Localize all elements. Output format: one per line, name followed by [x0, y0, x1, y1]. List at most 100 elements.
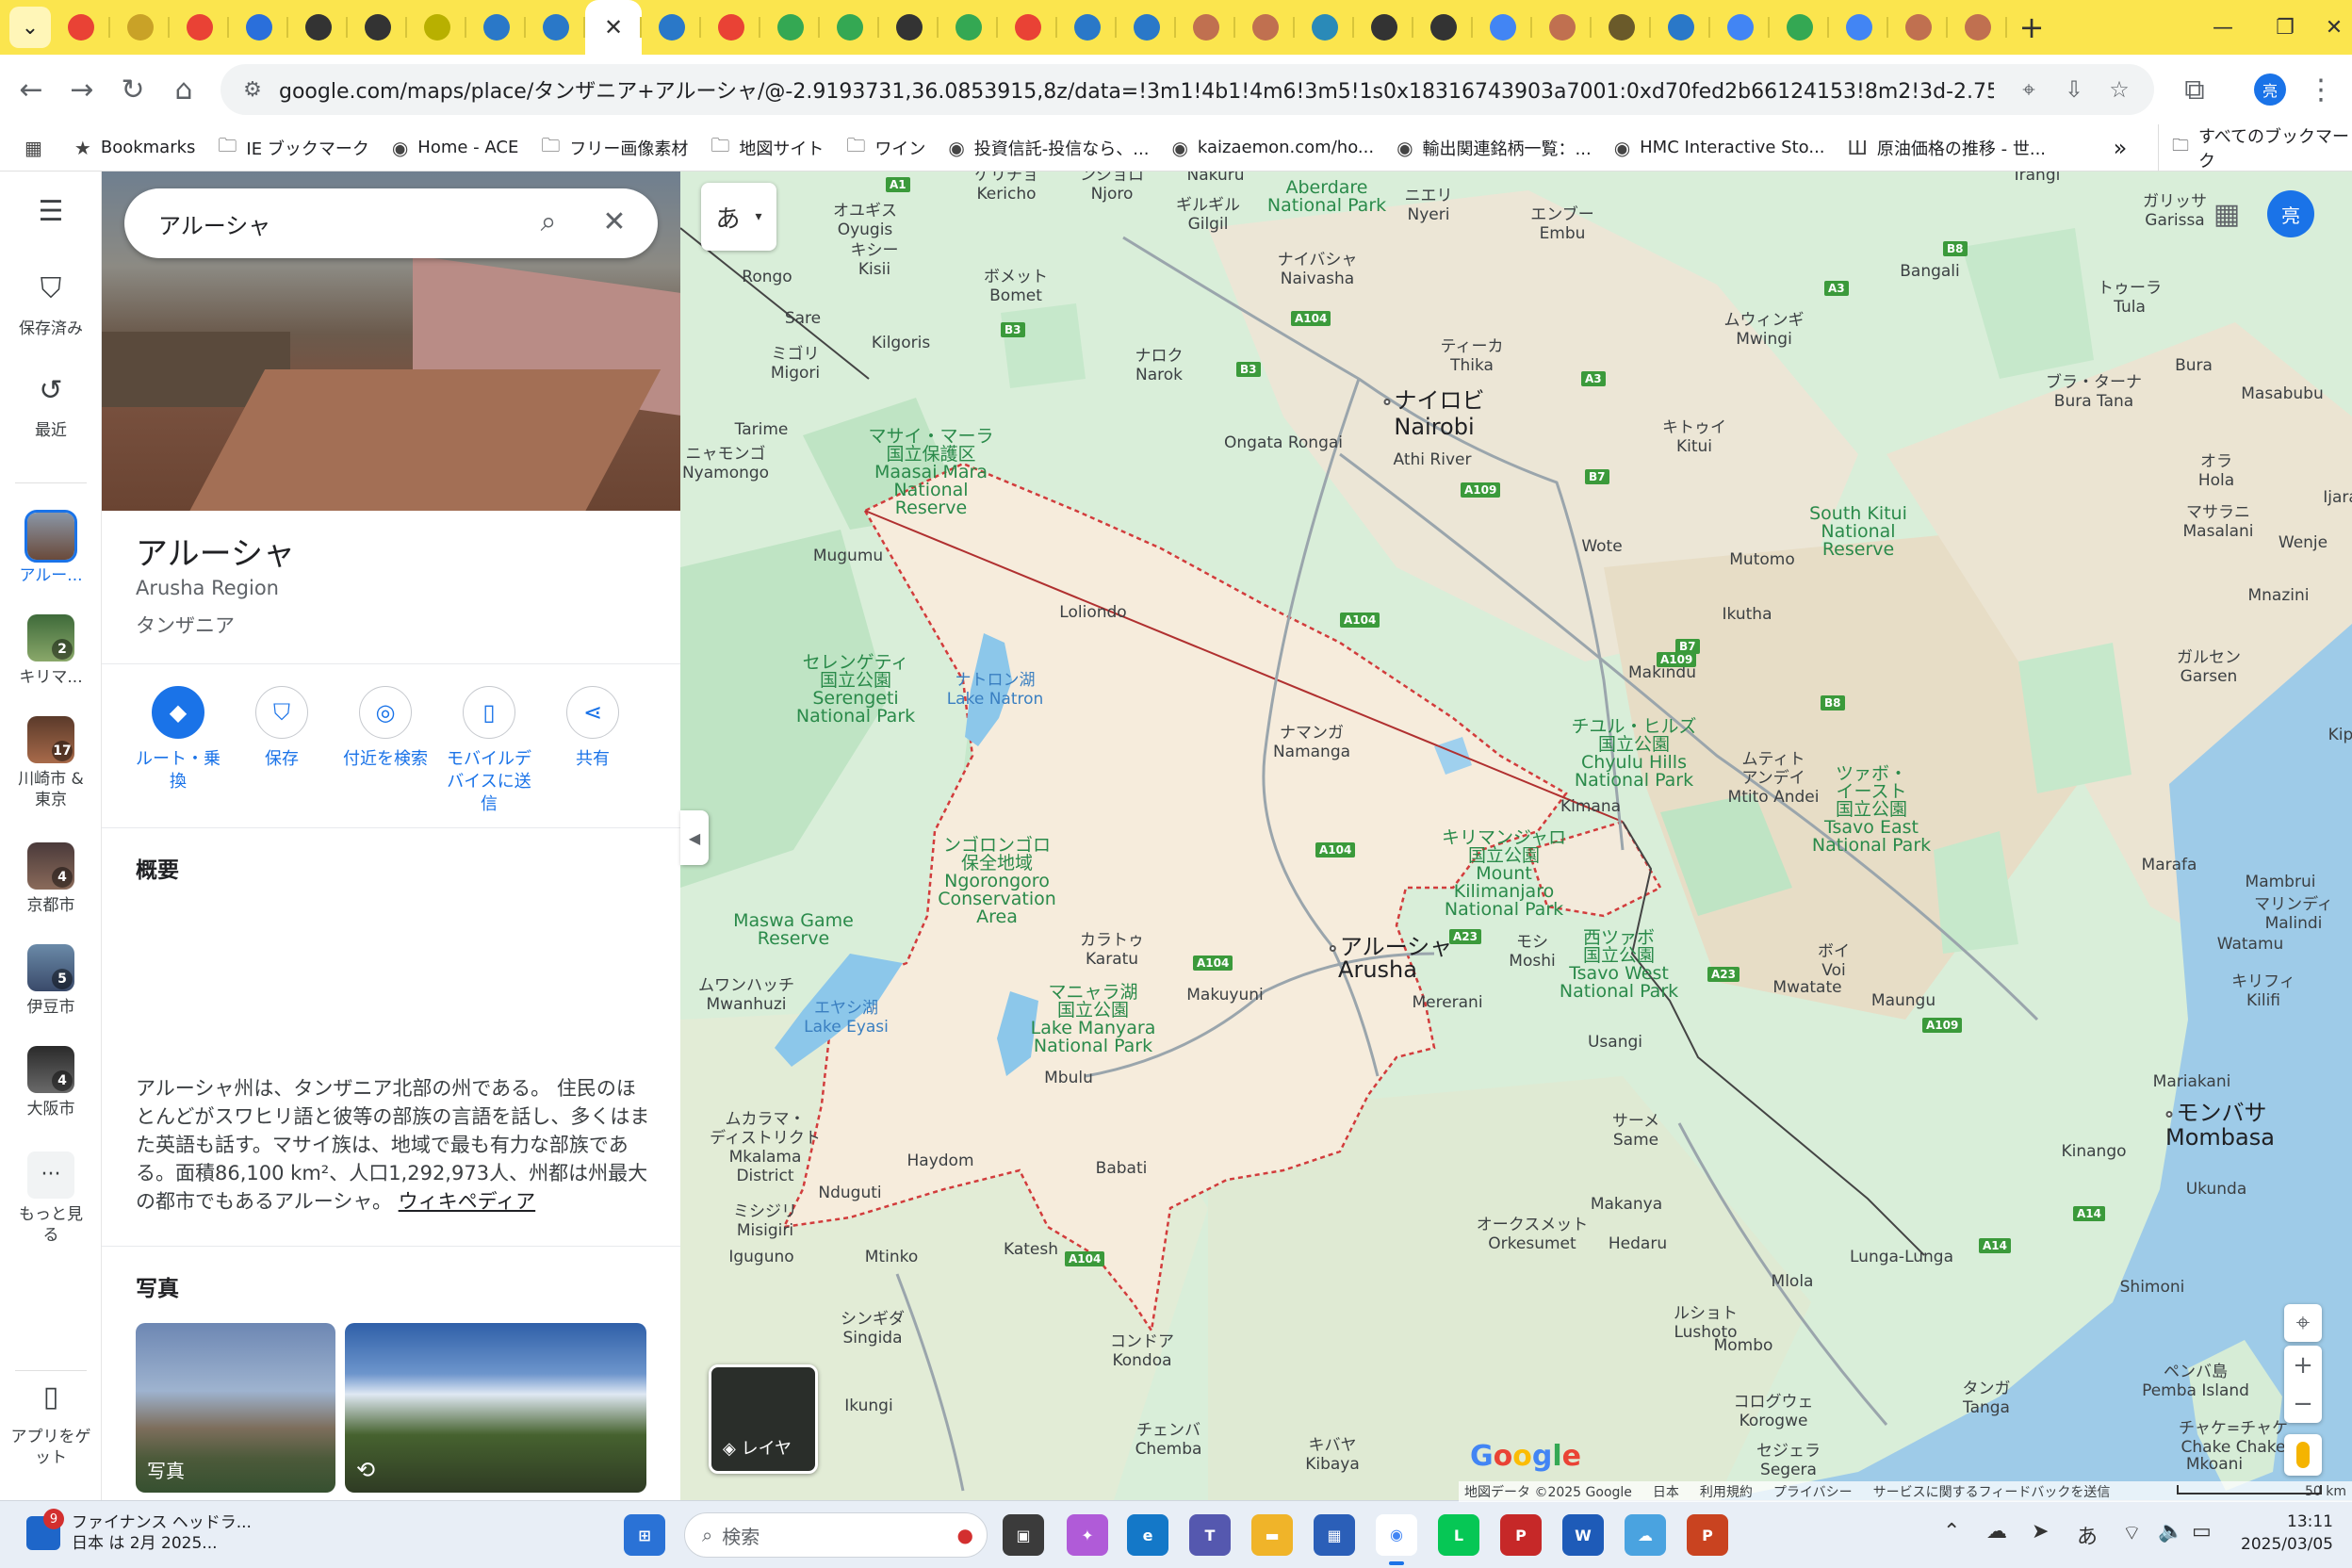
tab[interactable]	[1651, 0, 1710, 55]
tab[interactable]	[51, 0, 110, 55]
map-canvas[interactable]: ナイロビ Nairobi アルーシャ Arusha モンバサ Mombasa マサイ・マーラ…	[680, 172, 2352, 1500]
get-app-button[interactable]: ▯ アプリをゲット	[0, 1383, 102, 1468]
zoom-out-button[interactable]: −	[2284, 1384, 2322, 1423]
map-label-lake-manyara[interactable]: マニャラ湖 国立公園 Lake Manyara National Park	[1031, 984, 1156, 1055]
tab[interactable]	[110, 0, 170, 55]
recent-place-item[interactable]: 4 京都市	[0, 842, 102, 916]
minimize-button[interactable]: —	[2192, 0, 2254, 55]
map-label-bura-tana[interactable]: ブラ・ターナ Bura Tana	[2046, 373, 2142, 411]
map-label-usangi[interactable]: Usangi	[1588, 1033, 1642, 1052]
bookmark-item[interactable]: ★ Bookmarks	[63, 124, 207, 172]
profile-avatar[interactable]: 亮	[2254, 74, 2286, 106]
news-widget[interactable]: 9 ファイナンス ヘッドラ... 日本 は 2月 2025...	[26, 1509, 252, 1554]
map-label-same[interactable]: サーメ Same	[1612, 1112, 1659, 1150]
map-label-kitui[interactable]: キトゥイ Kitui	[1662, 418, 1726, 456]
teams-app[interactable]: T	[1189, 1514, 1231, 1556]
map-label-mambrui[interactable]: Mambrui	[2246, 873, 2316, 891]
bookmark-item[interactable]: ◉ 輸出関連銘柄一覧：...	[1385, 124, 1603, 172]
bookmark-item[interactable]: 🗀 フリー画像素材	[530, 124, 699, 172]
map-label-garissa[interactable]: ガリッサ Garissa	[2143, 192, 2207, 230]
map-label-voi[interactable]: ボイ Voi	[1818, 942, 1850, 980]
tab[interactable]	[1235, 0, 1295, 55]
word-app[interactable]: W	[1562, 1514, 1604, 1556]
bookmark-item[interactable]: ◉ kaizaemon.com/ho...	[1160, 124, 1385, 172]
photo-thumbnail[interactable]: 写真	[136, 1323, 335, 1493]
tab[interactable]	[1354, 0, 1413, 55]
zoom-in-button[interactable]: +	[2284, 1346, 2322, 1384]
map-label-chemba[interactable]: チェンバ Chemba	[1135, 1421, 1202, 1459]
map-label-malindi[interactable]: マリンディ Malindi	[2254, 895, 2333, 933]
action-bookmark-button[interactable]: ⛉ 保存	[230, 686, 334, 816]
powerpoint-app[interactable]: P	[1687, 1514, 1728, 1556]
map-label-makuyuni[interactable]: Makuyuni	[1186, 986, 1264, 1004]
map-label-singida[interactable]: シンギダ Singida	[841, 1310, 905, 1348]
tab[interactable]	[879, 0, 939, 55]
tab[interactable]	[939, 0, 998, 55]
map-label-makanya[interactable]: Makanya	[1591, 1195, 1662, 1214]
map-label-lake-eyasi[interactable]: エヤシ湖 Lake Eyasi	[804, 999, 889, 1037]
map-label-ijara[interactable]: Ijara	[2323, 488, 2352, 507]
map-label-chake[interactable]: チャケ=チャケ Chake Chake	[2179, 1419, 2288, 1457]
layers-button[interactable]: ◈ レイヤ	[709, 1364, 818, 1474]
action-share-button[interactable]: ⋖ 共有	[541, 686, 645, 816]
map-label-embu[interactable]: エンブー Embu	[1530, 205, 1594, 243]
map-label-ngorongoro[interactable]: ンゴロンゴロ 保全地域 Ngorongoro Conservation Area	[938, 837, 1056, 926]
map-label-karatu[interactable]: カラトゥ Karatu	[1080, 931, 1144, 969]
map-label-mombo[interactable]: Mombo	[1714, 1336, 1773, 1355]
map-label-masai-mara[interactable]: マサイ・マーラ 国立保護区 Maasai Mara National Reser…	[868, 428, 993, 517]
tab[interactable]	[701, 0, 760, 55]
copilot-app[interactable]: ✦	[1067, 1514, 1108, 1556]
volume-icon[interactable]: 🔈	[2158, 1520, 2183, 1544]
pdf-app[interactable]: P	[1500, 1514, 1542, 1556]
map-footer-link[interactable]: プライバシー	[1773, 1482, 1853, 1501]
map-label-thika[interactable]: ティーカ Thika	[1441, 337, 1504, 375]
tab[interactable]	[1770, 0, 1829, 55]
recent-place-item[interactable]: アルー...	[0, 510, 102, 586]
new-tab-button[interactable]: +	[2007, 0, 2056, 55]
map-label-hedaru[interactable]: Hedaru	[1609, 1234, 1667, 1253]
bookmark-item[interactable]: ◉ Home - ACE	[381, 124, 531, 172]
edge-app[interactable]: e	[1127, 1514, 1168, 1556]
street-view-pegman[interactable]	[2284, 1434, 2322, 1476]
forward-button[interactable]: →	[57, 64, 107, 115]
map-label-mererani[interactable]: Mererani	[1412, 993, 1482, 1012]
restore-button[interactable]: ❐	[2254, 0, 2316, 55]
bookmark-star-icon[interactable]: ☆	[2098, 64, 2141, 115]
map-footer-link[interactable]: サービスに関するフィードバックを送信	[1873, 1482, 2111, 1501]
all-bookmarks-folder[interactable]: 🗀 すべてのブックマーク	[2158, 124, 2352, 172]
map-label-mlola[interactable]: Mlola	[1772, 1272, 1814, 1291]
saved-button[interactable]: ⛉ 保存済み	[0, 275, 102, 339]
map-label-bomet[interactable]: ボメット Bomet	[984, 268, 1048, 305]
tab[interactable]	[229, 0, 288, 55]
map-footer-link[interactable]: 日本	[1653, 1482, 1679, 1501]
tab-active[interactable]: ✕	[585, 0, 642, 55]
map-label-kisii[interactable]: キシー Kisii	[851, 241, 899, 279]
map-label-chyulu[interactable]: チユル・ヒルズ 国立公園 Chyulu Hills National Park	[1571, 718, 1696, 790]
taskbar-search[interactable]: ⌕ 検索 ●	[684, 1512, 988, 1558]
system-clock[interactable]: 13:11 2025/03/05	[2235, 1511, 2333, 1556]
map-label-maungu[interactable]: Maungu	[1871, 991, 1936, 1010]
map-label-tsavo-east[interactable]: ツァボ・ イースト 国立公園 Tsavo East National Park	[1812, 765, 1931, 855]
map-label-kilimanjaro[interactable]: キリマンジャロ 国立公園 Mount Kilimanjaro National …	[1442, 829, 1566, 919]
map-label-ikutha[interactable]: Ikutha	[1723, 605, 1772, 624]
map-footer-link[interactable]: 利用規約	[1700, 1482, 1753, 1501]
wikipedia-link[interactable]: ウィキペディア	[399, 1190, 536, 1213]
map-label-mbulu[interactable]: Mbulu	[1044, 1069, 1093, 1087]
install-app-icon[interactable]: ⇩	[2052, 64, 2096, 115]
map-label-kilifi[interactable]: キリフィ Kilifi	[2231, 972, 2295, 1010]
map-label-wote[interactable]: Wote	[1581, 537, 1622, 556]
map-label-masabubu[interactable]: Masabubu	[2241, 384, 2324, 403]
tab[interactable]	[998, 0, 1057, 55]
map-label-moshi[interactable]: モシ Moshi	[1509, 933, 1555, 971]
map-label-bura[interactable]: Bura	[2175, 356, 2213, 375]
close-tab-icon[interactable]: ✕	[600, 14, 627, 41]
map-label-mariakani[interactable]: Mariakani	[2153, 1072, 2231, 1091]
search-box[interactable]: アルーシャ ⌕ ✕	[124, 188, 658, 258]
cloud-icon[interactable]: ☁	[1986, 1520, 2007, 1544]
map-label-maswa[interactable]: Maswa Game Reserve	[733, 912, 854, 948]
map-label-narok[interactable]: ナロク Narok	[1135, 347, 1184, 384]
tab[interactable]	[1948, 0, 2007, 55]
tab[interactable]	[1473, 0, 1532, 55]
more-button[interactable]: ··· もっと見る	[0, 1152, 102, 1246]
bookmark-item[interactable]: Ш 原油価格の推移 - 世...	[1837, 124, 2058, 172]
